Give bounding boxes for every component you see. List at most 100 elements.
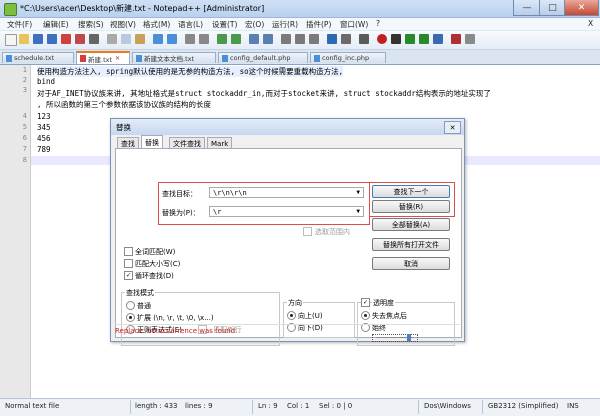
- tab-label: 新建文本文档.txt: [144, 55, 195, 63]
- play-multiple-icon[interactable]: [419, 34, 429, 44]
- on-lose-focus-radio[interactable]: [361, 311, 370, 320]
- line-number: 7: [22, 145, 27, 153]
- file-icon: [6, 54, 12, 62]
- tab-bar: schedule.txt 新建.txt ✕ 新建文本文档.txt config_d…: [0, 50, 600, 65]
- replace-input[interactable]: \r ▼: [209, 206, 364, 217]
- paste-icon[interactable]: [135, 34, 145, 44]
- menu-window[interactable]: 窗口(W): [340, 19, 368, 30]
- tab-label: config_inc.php: [322, 54, 370, 62]
- play-macro-icon[interactable]: [405, 34, 415, 44]
- stop-macro-icon[interactable]: [391, 34, 401, 44]
- dropdown-arrow-icon[interactable]: ▼: [356, 208, 360, 215]
- cut-icon[interactable]: [107, 34, 117, 44]
- in-selection-checkbox[interactable]: [303, 227, 312, 236]
- close-button[interactable]: ✕: [564, 0, 599, 16]
- dialog-title-bar[interactable]: 替换 ✕: [111, 119, 464, 135]
- on-lose-focus-label: 失去焦点后: [372, 312, 407, 320]
- word-wrap-icon[interactable]: [281, 34, 291, 44]
- function-list-icon[interactable]: [359, 34, 369, 44]
- tab-label: config_default.php: [230, 54, 291, 62]
- dialog-close-button[interactable]: ✕: [444, 121, 461, 134]
- new-file-icon[interactable]: [5, 34, 17, 46]
- code-line: 123: [37, 112, 51, 121]
- menu-help[interactable]: ?: [376, 19, 380, 28]
- transparency-checkbox[interactable]: ✓: [361, 298, 370, 307]
- extended-mode-radio[interactable]: [126, 313, 135, 322]
- slider-thumb[interactable]: [407, 334, 411, 341]
- zoom-out-icon[interactable]: [231, 34, 241, 44]
- status-bar: Normal text file length : 433 lines : 9 …: [0, 398, 600, 416]
- close-tab-icon[interactable]: ✕: [115, 55, 120, 62]
- sync-h-icon[interactable]: [263, 34, 273, 44]
- transparency-slider[interactable]: [372, 334, 418, 342]
- direction-up-radio[interactable]: [287, 311, 296, 320]
- tab-schedule[interactable]: schedule.txt: [2, 52, 74, 63]
- menu-language[interactable]: 语言(L): [178, 19, 203, 30]
- code-line: 对于AF_INET协议族来讲, 其地址格式是struct stockaddr_i…: [37, 89, 491, 98]
- dialog-title: 替换: [116, 123, 131, 132]
- tab-new-txt[interactable]: 新建.txt ✕: [76, 51, 130, 64]
- save-all-icon[interactable]: [47, 34, 57, 44]
- menu-view[interactable]: 视图(V): [110, 19, 136, 30]
- close-all-icon[interactable]: [75, 34, 85, 44]
- whole-word-checkbox[interactable]: [124, 247, 133, 256]
- open-file-icon[interactable]: [19, 34, 29, 44]
- doc-lines: lines : 9: [185, 402, 213, 410]
- settings-icon[interactable]: [465, 34, 475, 44]
- find-input[interactable]: \r\n\r\n ▼: [209, 187, 364, 198]
- cancel-button[interactable]: 取消: [372, 257, 450, 270]
- show-all-chars-icon[interactable]: [295, 34, 305, 44]
- replace-button[interactable]: 替换(R): [372, 200, 450, 213]
- match-case-checkbox[interactable]: [124, 259, 133, 268]
- direction-label: 方向: [287, 298, 303, 308]
- menu-file[interactable]: 文件(F): [7, 19, 32, 30]
- redo-icon[interactable]: [167, 34, 177, 44]
- whole-word-label: 全词匹配(W): [135, 248, 176, 256]
- dropdown-arrow-icon[interactable]: ▼: [356, 189, 360, 196]
- indent-guide-icon[interactable]: [309, 34, 319, 44]
- wrap-around-checkbox[interactable]: ✓: [124, 271, 133, 280]
- extended-mode-label: 扩展 (\n, \r, \t, \0, \x...): [137, 314, 214, 322]
- menu-close-doc[interactable]: X: [588, 19, 593, 28]
- user-lang-icon[interactable]: [327, 34, 337, 44]
- replace-all-open-docs-button[interactable]: 替换所有打开文件: [372, 238, 450, 251]
- cursor-col: Col : 1: [287, 402, 310, 410]
- find-next-button[interactable]: 查找下一个: [372, 185, 450, 198]
- direction-up-label: 向上(U): [298, 312, 323, 320]
- undo-icon[interactable]: [153, 34, 163, 44]
- insert-mode: INS: [567, 402, 579, 410]
- code-line: 456: [37, 134, 51, 143]
- sync-v-icon[interactable]: [249, 34, 259, 44]
- find-icon[interactable]: [185, 34, 195, 44]
- match-case-label: 匹配大小写(C): [135, 260, 181, 268]
- copy-icon[interactable]: [121, 34, 131, 44]
- spell-check-icon[interactable]: [451, 34, 461, 44]
- replace-all-button[interactable]: 全部替换(A): [372, 218, 450, 231]
- menu-macro[interactable]: 宏(O): [245, 19, 264, 30]
- normal-mode-radio[interactable]: [126, 301, 135, 310]
- record-macro-icon[interactable]: [377, 34, 387, 44]
- selection: Sel : 0 | 0: [319, 402, 353, 410]
- minimize-button[interactable]: —: [513, 0, 541, 16]
- doc-map-icon[interactable]: [341, 34, 351, 44]
- tab-config-default[interactable]: config_default.php: [218, 52, 308, 63]
- tab-config-inc[interactable]: config_inc.php: [310, 52, 386, 63]
- save-icon[interactable]: [33, 34, 43, 44]
- replace-icon[interactable]: [199, 34, 209, 44]
- menu-settings[interactable]: 设置(T): [212, 19, 237, 30]
- menu-edit[interactable]: 编辑(E): [43, 19, 69, 30]
- code-line: 345: [37, 123, 51, 132]
- print-icon[interactable]: [89, 34, 99, 44]
- close-file-icon[interactable]: [61, 34, 71, 44]
- file-icon: [222, 54, 228, 62]
- cursor-line: Ln : 9: [258, 402, 278, 410]
- menu-plugins[interactable]: 插件(P): [306, 19, 331, 30]
- menu-format[interactable]: 格式(M): [143, 19, 170, 30]
- maximize-button[interactable]: □: [539, 0, 566, 16]
- zoom-in-icon[interactable]: [217, 34, 227, 44]
- save-macro-icon[interactable]: [433, 34, 443, 44]
- menu-run[interactable]: 运行(R): [272, 19, 298, 30]
- tab-replace[interactable]: 替换: [141, 135, 163, 149]
- menu-search[interactable]: 搜索(S): [78, 19, 104, 30]
- tab-new-text-document[interactable]: 新建文本文档.txt: [132, 52, 216, 63]
